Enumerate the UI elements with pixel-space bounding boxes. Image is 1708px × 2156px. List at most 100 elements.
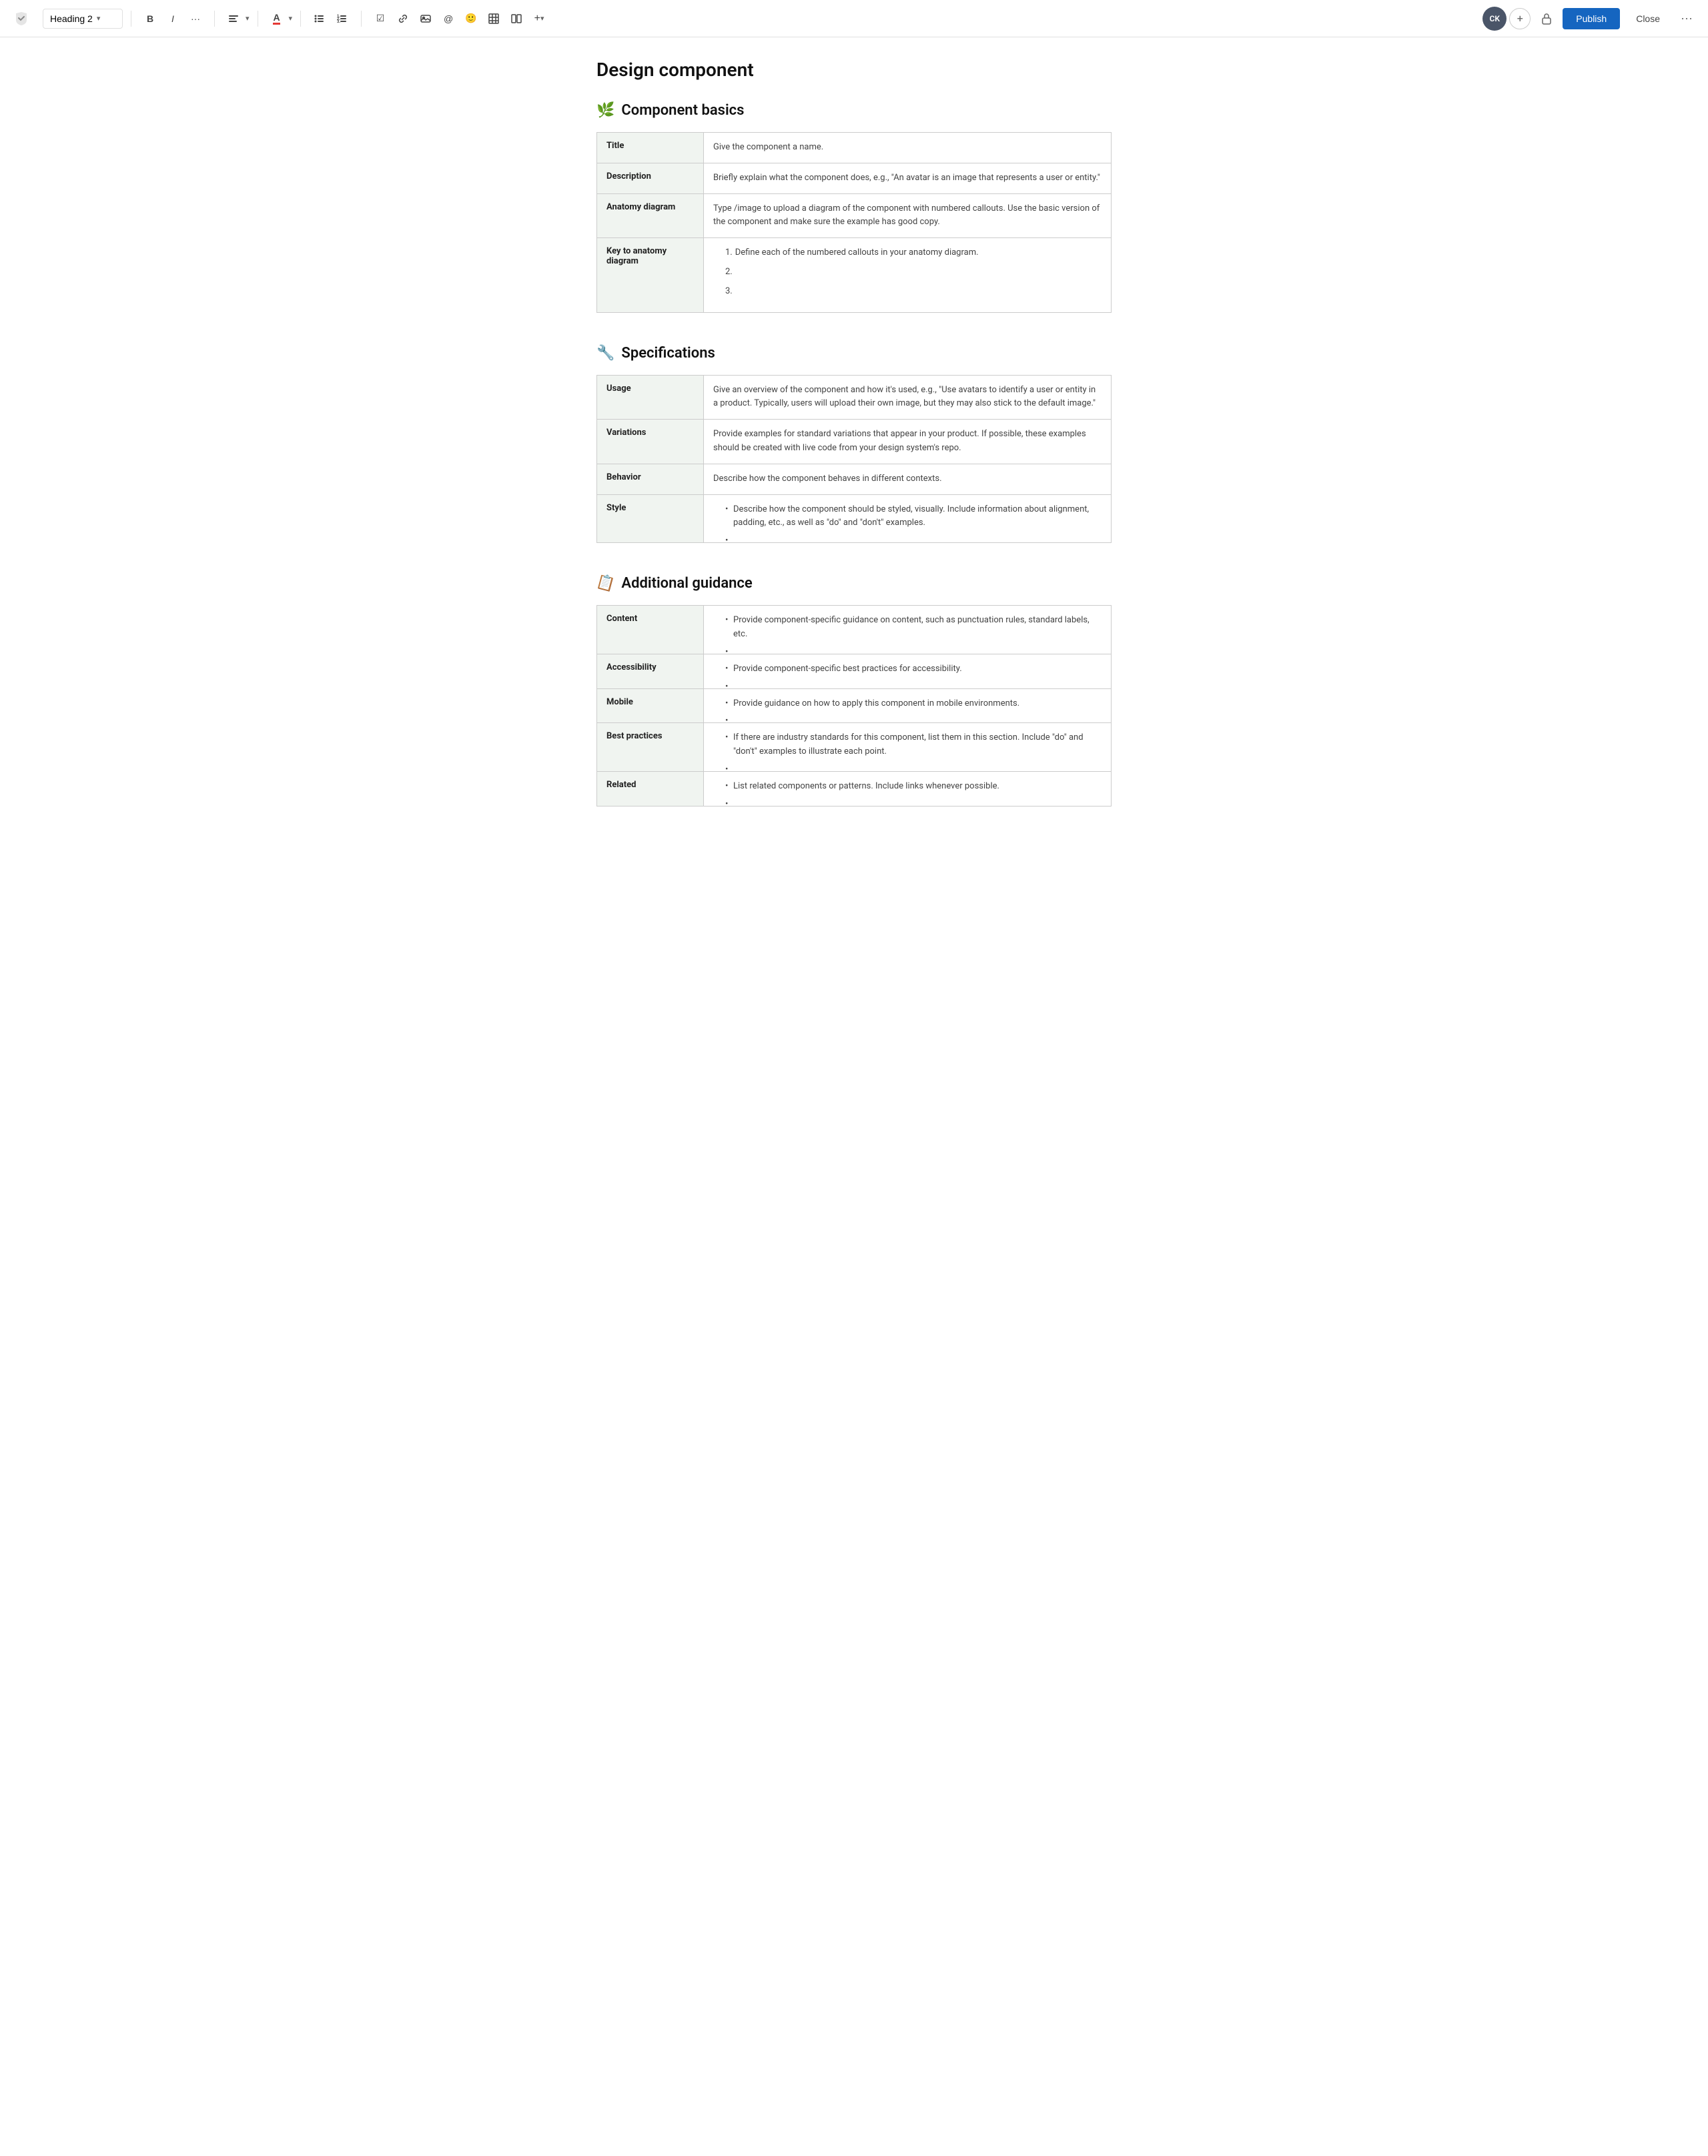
- mention-button[interactable]: @: [438, 8, 459, 29]
- table-row-label: Style: [597, 494, 704, 543]
- list-item: •Provide guidance on how to apply this c…: [725, 697, 1102, 711]
- table-row-content: Give the component a name.: [704, 133, 1112, 163]
- table-row: Key to anatomy diagram 1.Define each of t…: [597, 238, 1112, 312]
- table-row: Style •Describe how the component should …: [597, 494, 1112, 543]
- table-row-content: 1.Define each of the numbered callouts i…: [704, 238, 1112, 312]
- list-item: •Provide component-specific guidance on …: [725, 614, 1102, 642]
- table-row: Anatomy diagramType /image to upload a d…: [597, 193, 1112, 238]
- list-item: 3.: [725, 285, 1102, 299]
- section-component-basics: 🌿 Component basicsTitleGive the componen…: [596, 102, 1112, 313]
- bullet-list-button[interactable]: [309, 8, 330, 29]
- align-button[interactable]: [223, 8, 244, 29]
- page-title: Design component: [596, 59, 1112, 81]
- table-row-label: Anatomy diagram: [597, 193, 704, 238]
- table-row: Related •List related components or patte…: [597, 771, 1112, 806]
- insert-button[interactable]: + ▾: [528, 8, 550, 29]
- section-heading-additional-guidance: 📋 Additional guidance: [596, 575, 1112, 592]
- table-row-label: Best practices: [597, 723, 704, 772]
- more-options-button[interactable]: ···: [1676, 8, 1697, 29]
- table-row-content: Type /image to upload a diagram of the c…: [704, 193, 1112, 238]
- table-row: VariationsProvide examples for standard …: [597, 420, 1112, 464]
- lock-button[interactable]: [1536, 8, 1557, 29]
- bold-button[interactable]: B: [139, 8, 161, 29]
- dropdown-icon: ▾: [97, 14, 101, 23]
- table-row-content: Describe how the component behaves in di…: [704, 464, 1112, 494]
- separator-5: [361, 11, 362, 27]
- table-row-label: Variations: [597, 420, 704, 464]
- list-item: •List related components or patterns. In…: [725, 780, 1102, 794]
- media-button[interactable]: [415, 8, 436, 29]
- table-row: TitleGive the component a name.: [597, 133, 1112, 163]
- add-collaborator-button[interactable]: +: [1509, 8, 1531, 29]
- table-row-label: Accessibility: [597, 654, 704, 688]
- table-row: Mobile •Provide guidance on how to apply …: [597, 688, 1112, 723]
- avatar-group: CK +: [1482, 7, 1531, 31]
- close-button[interactable]: Close: [1625, 8, 1671, 29]
- table-row: Content •Provide component-specific guida…: [597, 606, 1112, 654]
- section-additional-guidance: 📋 Additional guidance Content •Provide com…: [596, 575, 1112, 806]
- color-group: A ▾: [266, 8, 293, 29]
- table-specifications: UsageGive an overview of the component a…: [596, 375, 1112, 544]
- list-group: 1. 2. 3.: [309, 8, 353, 29]
- sections-container: 🌿 Component basicsTitleGive the componen…: [596, 102, 1112, 806]
- table-row-label: Description: [597, 163, 704, 193]
- content-area: Design component 🌿 Component basicsTitle…: [580, 37, 1128, 860]
- list-item: •Describe how the component should be st…: [725, 503, 1102, 531]
- list-item: •If there are industry standards for thi…: [725, 731, 1102, 759]
- table-button[interactable]: [483, 8, 504, 29]
- table-row-label: Key to anatomy diagram: [597, 238, 704, 312]
- table-row-content: •Describe how the component should be st…: [704, 494, 1112, 543]
- table-row-label: Content: [597, 606, 704, 654]
- section-heading-text: Specifications: [621, 345, 715, 362]
- section-heading-specifications: 🔧 Specifications: [596, 345, 1112, 362]
- section-heading-text: Component basics: [621, 102, 744, 119]
- table-additional-guidance: Content •Provide component-specific guida…: [596, 605, 1112, 806]
- task-button[interactable]: ☑: [370, 8, 391, 29]
- separator-2: [214, 11, 215, 27]
- table-row-content: •Provide guidance on how to apply this c…: [704, 688, 1112, 723]
- table-row-content: Briefly explain what the component does,…: [704, 163, 1112, 193]
- table-row-content: •Provide component-specific best practic…: [704, 654, 1112, 688]
- italic-button[interactable]: I: [162, 8, 183, 29]
- toolbar: Heading 2 ▾ B I ··· ▾ A ▾: [0, 0, 1708, 37]
- heading-label: Heading 2: [50, 13, 93, 24]
- table-row-label: Title: [597, 133, 704, 163]
- insert-group: ☑ @ 🙂: [370, 8, 550, 29]
- separator-4: [300, 11, 301, 27]
- text-color-button[interactable]: A: [266, 8, 288, 29]
- more-format-button[interactable]: ···: [185, 8, 206, 29]
- table-row-label: Mobile: [597, 688, 704, 723]
- table-row-label: Related: [597, 771, 704, 806]
- table-row-content: Provide examples for standard variations…: [704, 420, 1112, 464]
- link-button[interactable]: [392, 8, 414, 29]
- list-item: 1.Define each of the numbered callouts i…: [725, 246, 1102, 260]
- table-row: Accessibility •Provide component-specific…: [597, 654, 1112, 688]
- table-row: DescriptionBriefly explain what the comp…: [597, 163, 1112, 193]
- align-dropdown-icon: ▾: [246, 14, 250, 23]
- table-row: BehaviorDescribe how the component behav…: [597, 464, 1112, 494]
- section-heading-text: Additional guidance: [621, 575, 752, 592]
- table-row: UsageGive an overview of the component a…: [597, 375, 1112, 420]
- table-row-content: •List related components or patterns. In…: [704, 771, 1112, 806]
- heading-dropdown[interactable]: Heading 2 ▾: [43, 9, 123, 29]
- emoji-button[interactable]: 🙂: [460, 8, 482, 29]
- table-row-content: Give an overview of the component and ho…: [704, 375, 1112, 420]
- numbered-list-button[interactable]: 1. 2. 3.: [332, 8, 353, 29]
- table-row-label: Usage: [597, 375, 704, 420]
- user-avatar[interactable]: CK: [1482, 7, 1507, 31]
- table-row-content: •Provide component-specific guidance on …: [704, 606, 1112, 654]
- table-row-label: Behavior: [597, 464, 704, 494]
- table-row: Best practices •If there are industry sta…: [597, 723, 1112, 772]
- svg-text:3.: 3.: [337, 20, 340, 24]
- list-item: •Provide component-specific best practic…: [725, 662, 1102, 676]
- table-row-content: •If there are industry standards for thi…: [704, 723, 1112, 772]
- table-component-basics: TitleGive the component a name.Descripti…: [596, 132, 1112, 313]
- logo-icon: [11, 8, 32, 29]
- publish-button[interactable]: Publish: [1563, 8, 1620, 29]
- color-dropdown-icon: ▾: [289, 14, 293, 23]
- align-group: ▾: [223, 8, 250, 29]
- text-format-group: B I ···: [139, 8, 206, 29]
- columns-button[interactable]: [506, 8, 527, 29]
- list-item: 2.: [725, 265, 1102, 280]
- section-specifications: 🔧 Specifications UsageGive an overview of…: [596, 345, 1112, 544]
